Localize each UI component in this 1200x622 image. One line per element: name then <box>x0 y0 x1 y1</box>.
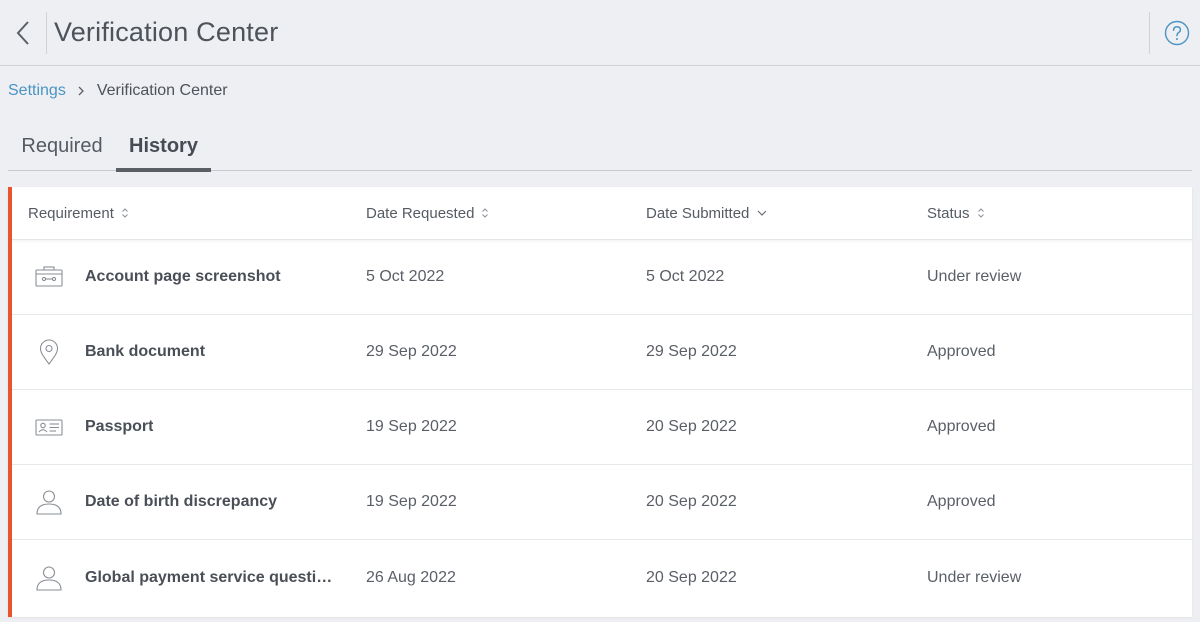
column-label: Date Submitted <box>646 204 750 222</box>
requirement-name: Bank document <box>85 343 206 360</box>
date-requested: 29 Sep 2022 <box>366 343 457 360</box>
tab-required[interactable]: Required <box>8 122 116 170</box>
requirement-name: Global payment service questionn… <box>85 568 335 586</box>
header-divider-right <box>1149 12 1150 54</box>
date-requested: 19 Sep 2022 <box>366 493 457 510</box>
status-text: Approved <box>927 343 996 360</box>
date-requested: 26 Aug 2022 <box>366 568 456 586</box>
requirement-name: Date of birth discrepancy <box>85 493 278 510</box>
tab-history[interactable]: History <box>116 122 211 172</box>
status-text: Approved <box>927 418 996 435</box>
column-header-date-requested[interactable]: Date Requested <box>366 205 489 222</box>
help-area <box>1149 0 1200 66</box>
history-table: Requirement Date Requested Date Submitte… <box>8 187 1192 617</box>
chevron-left-icon <box>16 20 29 45</box>
user-icon <box>36 565 62 591</box>
sort-both-icon <box>482 208 489 218</box>
column-label: Date Requested <box>366 204 475 222</box>
requirement-name: Passport <box>85 418 154 435</box>
status-text: Under review <box>927 568 1022 586</box>
back-button[interactable] <box>0 0 46 66</box>
breadcrumb-current: Verification Center <box>96 82 228 99</box>
date-submitted: 20 Sep 2022 <box>646 418 737 435</box>
date-submitted: 5 Oct 2022 <box>646 268 725 285</box>
sort-both-icon <box>977 208 984 218</box>
status-text: Approved <box>927 493 996 510</box>
chevron-right-icon <box>78 86 84 96</box>
map-pin-icon <box>39 339 59 365</box>
column-header-date-submitted[interactable]: Date Submitted <box>646 205 768 222</box>
top-bar: Verification Center <box>0 0 1200 66</box>
date-submitted: 29 Sep 2022 <box>646 343 737 360</box>
date-submitted: 20 Sep 2022 <box>646 568 737 586</box>
breadcrumb: Settings Verification Center <box>8 80 228 102</box>
sort-both-icon <box>122 208 128 218</box>
date-requested: 5 Oct 2022 <box>366 268 445 285</box>
date-submitted: 20 Sep 2022 <box>646 493 737 510</box>
sort-desc-icon <box>757 210 767 216</box>
table-body: Account page screenshot 5 Oct 2022 5 Oct… <box>12 240 1192 615</box>
table-row[interactable]: Global payment service questionn… 26 Aug… <box>12 540 1192 615</box>
user-icon <box>36 490 62 515</box>
page-title: Verification Center <box>54 17 279 47</box>
column-header-requirement[interactable]: Requirement <box>28 205 129 222</box>
table-row[interactable]: Date of birth discrepancy 19 Sep 2022 20… <box>12 465 1192 540</box>
browser-window-icon <box>35 266 63 287</box>
date-requested: 19 Sep 2022 <box>366 418 457 435</box>
column-header-status[interactable]: Status <box>927 205 985 222</box>
status-text: Under review <box>927 268 1022 285</box>
column-label: Status <box>927 204 970 222</box>
question-circle-icon[interactable] <box>1164 20 1190 46</box>
breadcrumb-settings-link[interactable]: Settings <box>8 82 66 100</box>
table-header: Requirement Date Requested Date Submitte… <box>12 187 1192 240</box>
requirement-name: Account page screenshot <box>85 268 281 285</box>
table-row[interactable]: Account page screenshot 5 Oct 2022 5 Oct… <box>12 240 1192 315</box>
column-label: Requirement <box>28 204 114 222</box>
id-card-icon <box>35 419 63 436</box>
tab-bar: Required History <box>8 122 1192 172</box>
table-row[interactable]: Bank document 29 Sep 2022 29 Sep 2022 Ap… <box>12 315 1192 390</box>
table-row[interactable]: Passport 19 Sep 2022 20 Sep 2022 Approve… <box>12 390 1192 465</box>
